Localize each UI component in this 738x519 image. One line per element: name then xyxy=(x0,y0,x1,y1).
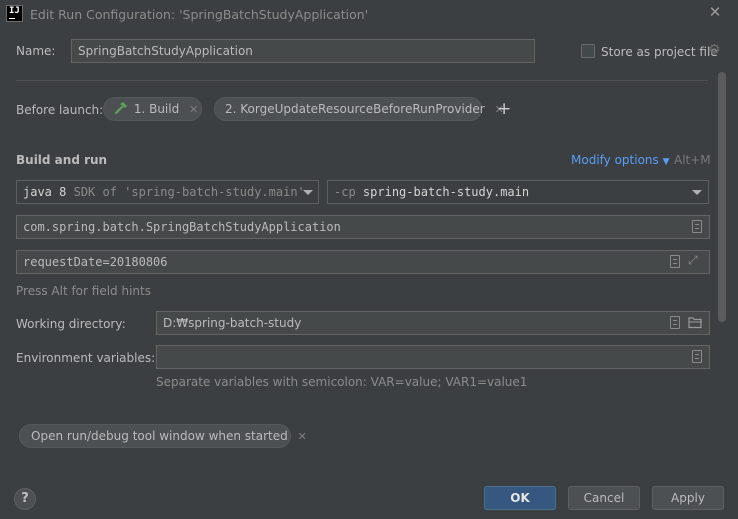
window-title: Edit Run Configuration: 'SpringBatchStud… xyxy=(30,7,369,22)
before-launch-task-build[interactable]: 1. Build ✕ xyxy=(103,97,202,121)
gear-icon[interactable]: ⚙ xyxy=(708,42,721,58)
working-directory-input[interactable]: D:₩spring-batch-study xyxy=(156,311,710,335)
jre-description: SDK of 'spring-batch-study.main' xyxy=(73,185,305,199)
store-as-project-file-checkbox[interactable] xyxy=(581,44,595,58)
chevron-down-icon[interactable] xyxy=(692,190,702,195)
document-icon[interactable] xyxy=(670,255,680,268)
main-class-input[interactable]: com.spring.batch.SpringBatchStudyApplica… xyxy=(16,215,710,239)
vertical-scrollbar[interactable] xyxy=(718,72,726,322)
open-tool-window-label: Open run/debug tool window when started xyxy=(31,429,288,443)
name-input[interactable]: SpringBatchStudyApplication xyxy=(71,39,535,63)
expand-icon[interactable]: ⤢ xyxy=(688,253,698,268)
before-launch-task-label: 2. KorgeUpdateResourceBeforeRunProvider xyxy=(225,102,485,116)
close-icon[interactable]: ✕ xyxy=(707,4,723,20)
hammer-icon xyxy=(114,98,130,120)
classpath-prefix: -cp xyxy=(334,185,356,199)
environment-variables-label: Environment variables: xyxy=(16,351,156,365)
remove-option-icon[interactable]: ✕ xyxy=(298,430,307,443)
separator xyxy=(16,80,708,81)
modify-options-link[interactable]: Modify options ▼ xyxy=(571,153,670,167)
document-icon[interactable] xyxy=(692,350,702,363)
before-launch-task-label: 1. Build xyxy=(133,102,180,116)
browse-document-icon[interactable] xyxy=(692,220,702,233)
ok-button[interactable]: OK xyxy=(484,486,556,510)
classpath-select[interactable]: -cp spring-batch-study.main xyxy=(327,180,709,204)
intellij-app-icon: IJ xyxy=(6,5,23,22)
working-directory-label: Working directory: xyxy=(16,317,126,331)
field-hint-text: Press Alt for field hints xyxy=(16,284,151,298)
environment-variables-input[interactable] xyxy=(156,345,710,369)
store-as-project-file-label: Store as project file xyxy=(601,45,718,59)
program-arguments-input[interactable]: requestDate=20180806 xyxy=(16,250,710,274)
environment-variables-hint: Separate variables with semicolon: VAR=v… xyxy=(156,375,528,389)
folder-icon[interactable] xyxy=(688,316,703,332)
classpath-module: spring-batch-study.main xyxy=(362,185,530,199)
before-launch-task-korge[interactable]: 2. KorgeUpdateResourceBeforeRunProvider … xyxy=(214,97,504,121)
jre-version: java 8 xyxy=(23,185,67,199)
add-task-button[interactable]: + xyxy=(497,99,511,119)
remove-task-icon[interactable]: ✕ xyxy=(189,103,198,116)
chevron-down-icon[interactable] xyxy=(303,190,313,195)
modify-options-label: Modify options xyxy=(571,153,659,167)
jre-select[interactable]: java 8 SDK of 'spring-batch-study.main' xyxy=(16,180,319,204)
open-tool-window-option[interactable]: Open run/debug tool window when started … xyxy=(19,424,307,448)
cancel-button[interactable]: Cancel xyxy=(568,486,640,510)
modify-options-shortcut: Alt+M xyxy=(674,153,711,167)
document-icon[interactable] xyxy=(670,316,680,329)
build-and-run-title: Build and run xyxy=(16,153,108,167)
help-button[interactable]: ? xyxy=(14,488,36,510)
chevron-down-icon: ▼ xyxy=(662,157,670,167)
apply-button[interactable]: Apply xyxy=(652,486,724,510)
name-label: Name: xyxy=(16,44,56,58)
before-launch-label: Before launch: xyxy=(16,103,104,117)
title-bar: IJ Edit Run Configuration: 'SpringBatchS… xyxy=(0,0,738,30)
